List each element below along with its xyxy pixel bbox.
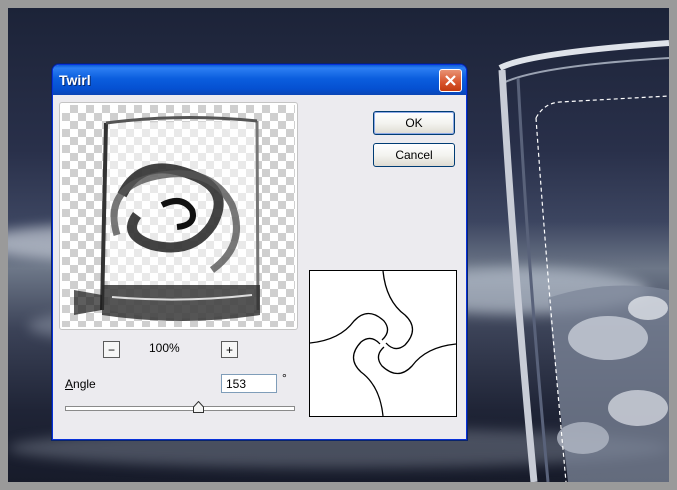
zoom-out-button[interactable]: − xyxy=(103,341,120,358)
twirl-curves-icon xyxy=(309,270,457,417)
angle-label-mnemonic: A xyxy=(65,377,74,391)
angle-label: Angle xyxy=(65,377,96,391)
close-button[interactable] xyxy=(439,69,462,92)
angle-input[interactable] xyxy=(221,374,277,393)
zoom-out-icon: − xyxy=(107,342,115,357)
title-bar[interactable]: Twirl xyxy=(53,65,466,95)
close-icon xyxy=(445,75,456,86)
zoom-level: 100% xyxy=(149,341,180,355)
angle-slider-track[interactable] xyxy=(65,406,295,411)
twirl-dialog: Twirl − 100% + OK Cancel Angle 153 ° xyxy=(52,64,467,440)
dialog-body: − 100% + OK Cancel Angle ° xyxy=(53,95,466,439)
angle-label-rest: ngle xyxy=(73,377,96,391)
twirled-glass-preview xyxy=(74,115,260,321)
zoom-in-button[interactable]: + xyxy=(221,341,238,358)
filter-preview[interactable] xyxy=(60,103,297,329)
zoom-in-icon: + xyxy=(225,342,233,357)
dialog-title: Twirl xyxy=(59,72,91,88)
slider-thumb-icon[interactable] xyxy=(192,401,204,413)
ok-button[interactable]: OK xyxy=(373,111,455,135)
degree-symbol: ° xyxy=(282,371,287,385)
twirl-diagram xyxy=(309,270,457,417)
cancel-button[interactable]: Cancel xyxy=(373,143,455,167)
zoom-controls: − 100% + xyxy=(103,339,238,358)
